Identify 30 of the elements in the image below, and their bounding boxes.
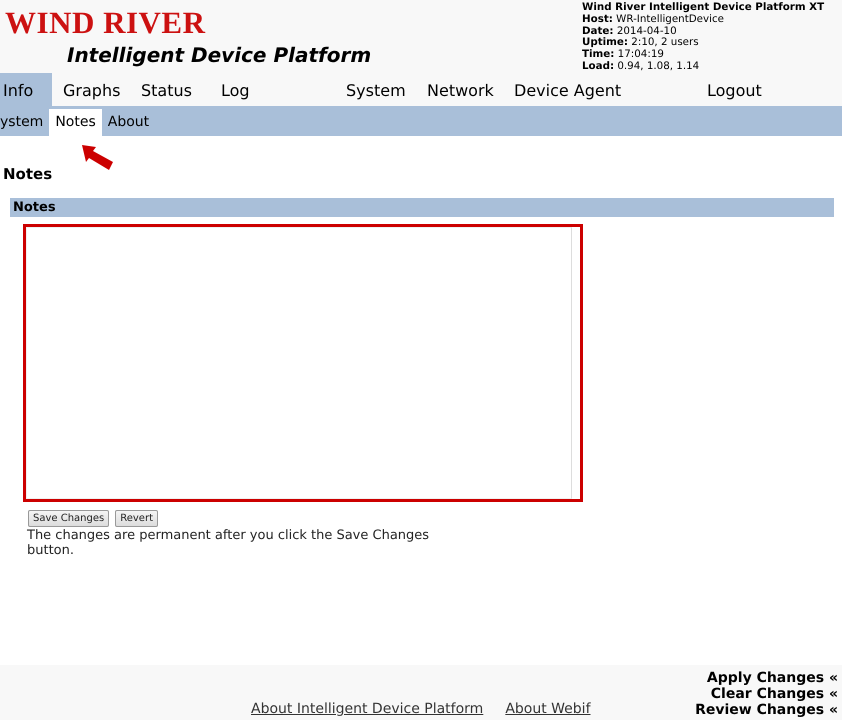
save-button[interactable]: Save Changes xyxy=(28,510,110,527)
nav-tab[interactable]: Network xyxy=(416,73,503,106)
system-info-line: Time: 17:04:19 xyxy=(582,49,665,61)
system-info-line: Host: WR-IntelligentDevice xyxy=(582,14,725,26)
product-title: Intelligent Device Platform xyxy=(67,43,372,67)
arrow-annotation xyxy=(82,145,114,171)
action-link[interactable]: Clear Changes « xyxy=(710,686,838,702)
nav-tab[interactable]: Device Agent xyxy=(503,73,696,106)
footer-link[interactable]: About Webif xyxy=(505,701,590,717)
nav-tab[interactable]: Log xyxy=(210,73,335,106)
action-link[interactable]: Apply Changes « xyxy=(706,670,838,686)
brand-logo: WIND RIVER xyxy=(5,8,206,38)
sub-nav-tab[interactable]: Notes xyxy=(49,109,102,136)
sub-nav-tab[interactable]: About xyxy=(102,109,156,136)
page-title: Notes xyxy=(3,165,52,183)
nav-tab[interactable]: Status xyxy=(130,73,210,106)
system-info-line: Date: 2014-04-10 xyxy=(582,26,678,37)
section-header: Notes xyxy=(10,198,834,217)
system-info-line: Uptime: 2:10, 2 users xyxy=(582,37,700,49)
footer-link[interactable]: About Intelligent Device Platform xyxy=(251,701,484,717)
revert-button[interactable]: Revert xyxy=(115,510,158,527)
nav-tab[interactable]: System xyxy=(335,73,416,106)
nav-tab[interactable]: Info xyxy=(0,73,52,106)
help-text: The changes are permanent after you click the Save Changes button. xyxy=(27,528,430,558)
sub-nav-tab[interactable]: ystem xyxy=(0,109,50,136)
system-info-line: Load: 0.94, 1.08, 1.14 xyxy=(582,60,700,73)
action-link[interactable]: Review Changes « xyxy=(695,702,838,718)
nav-tab[interactable]: Graphs xyxy=(52,73,130,106)
nav-tab[interactable]: Logout xyxy=(696,73,816,106)
system-title: Wind River Intelligent Device Platform XT xyxy=(582,2,824,14)
